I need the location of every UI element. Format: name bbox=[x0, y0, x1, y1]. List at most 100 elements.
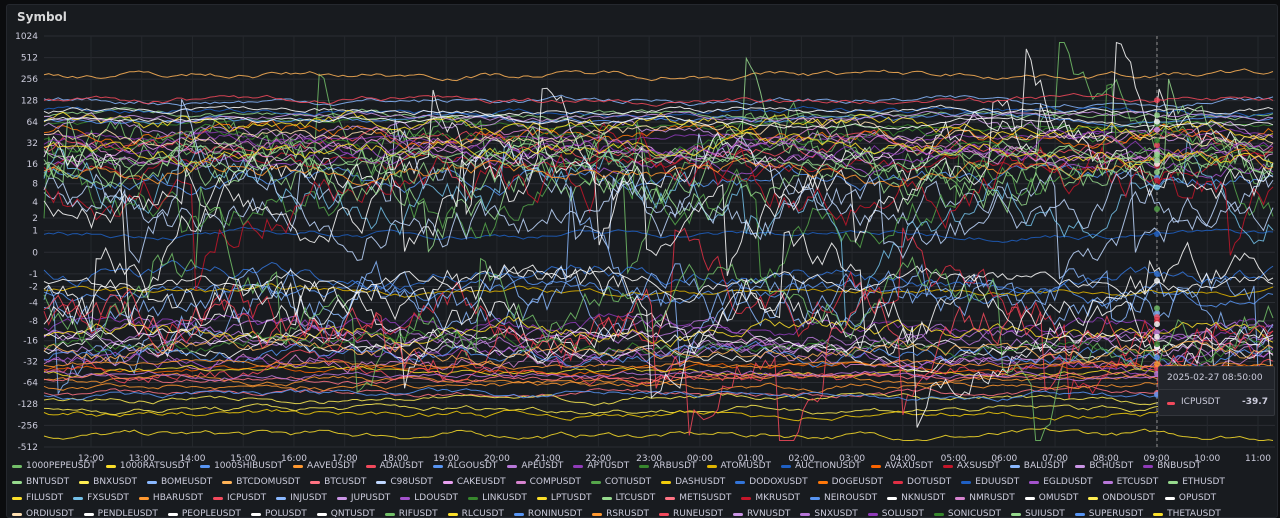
legend-label: AAVEUSDT bbox=[307, 461, 356, 471]
legend-item-avaxusdt[interactable]: AVAXUSDT bbox=[870, 460, 933, 472]
legend-item-polusdt[interactable]: POLUSDT bbox=[250, 508, 307, 518]
legend-item-bchusdt[interactable]: BCHUSDT bbox=[1075, 460, 1133, 472]
legend-swatch bbox=[316, 512, 327, 516]
legend-item-qntusdt[interactable]: QNTUSDT bbox=[316, 508, 375, 518]
legend-item-bnxusdt[interactable]: BNXUSDT bbox=[79, 476, 137, 488]
legend-swatch bbox=[933, 512, 944, 516]
legend-item-linkusdt[interactable]: LINKUSDT bbox=[468, 492, 527, 504]
legend-item-aaveusdt[interactable]: AAVEUSDT bbox=[293, 460, 356, 472]
legend-swatch bbox=[365, 464, 376, 468]
legend-item-snxusdt[interactable]: SNXUSDT bbox=[800, 508, 858, 518]
legend-swatch bbox=[665, 496, 676, 500]
legend-item-cakeusdt[interactable]: CAKEUSDT bbox=[442, 476, 506, 488]
legend-item-omusdt[interactable]: OMUSDT bbox=[1024, 492, 1078, 504]
legend-swatch bbox=[12, 496, 22, 500]
legend-label: ONDOUSDT bbox=[1102, 493, 1155, 503]
legend-swatch bbox=[536, 496, 547, 500]
legend-item-bntusdt[interactable]: BNTUSDT bbox=[12, 476, 69, 488]
legend-item-ldousdt[interactable]: LDOUSDT bbox=[400, 492, 458, 504]
legend-label: FILUSDT bbox=[26, 493, 64, 503]
legend-item-ordiusdt[interactable]: ORDIUSDT bbox=[12, 508, 74, 518]
legend-item-aptusdt[interactable]: APTUSDT bbox=[573, 460, 629, 472]
hover-point bbox=[1154, 137, 1160, 144]
legend-item-mkrusdt[interactable]: MKRUSDT bbox=[741, 492, 800, 504]
legend-label: RIFUSDT bbox=[398, 509, 438, 518]
legend-swatch bbox=[250, 512, 261, 516]
legend-item-bomeusdt[interactable]: BOMEUSDT bbox=[146, 476, 212, 488]
legend-swatch bbox=[1075, 464, 1086, 468]
legend-item-dashusdt[interactable]: DASHUSDT bbox=[661, 476, 725, 488]
legend-item-nmrusdt[interactable]: NMRUSDT bbox=[955, 492, 1015, 504]
legend-item-icpusdt[interactable]: ICPUSDT bbox=[213, 492, 266, 504]
legend-item-rsrusdt[interactable]: RSRUSDT bbox=[592, 508, 649, 518]
legend-item-ethusdt[interactable]: ETHUSDT bbox=[1168, 476, 1225, 488]
y-tick-label: 0 bbox=[32, 248, 38, 258]
legend-item-1000pepeusdt[interactable]: 1000PEPEUSDT bbox=[12, 460, 96, 472]
legend-item-injusdt[interactable]: INJUSDT bbox=[276, 492, 327, 504]
legend-swatch bbox=[893, 480, 904, 484]
legend-item-dotusdt[interactable]: DOTUSDT bbox=[893, 476, 951, 488]
legend-item-rlcusdt[interactable]: RLCUSDT bbox=[447, 508, 504, 518]
legend-item-opusdt[interactable]: OPUSDT bbox=[1164, 492, 1216, 504]
y-tick-label: -4 bbox=[29, 299, 38, 309]
legend-item-btcusdt[interactable]: BTCUSDT bbox=[310, 476, 366, 488]
legend-item-auctionusdt[interactable]: AUCTIONUSDT bbox=[781, 460, 861, 472]
legend-item-lptusdt[interactable]: LPTUSDT bbox=[536, 492, 592, 504]
legend-item-thetausdt[interactable]: THETAUSDT bbox=[1153, 508, 1221, 518]
legend-label: INJUSDT bbox=[290, 493, 327, 503]
legend-swatch bbox=[601, 496, 612, 500]
legend-item-egldusdt[interactable]: EGLDUSDT bbox=[1029, 476, 1093, 488]
hover-point bbox=[1154, 321, 1160, 328]
legend-item-runeusdt[interactable]: RUNEUSDT bbox=[659, 508, 723, 518]
legend-item-pendleusdt[interactable]: PENDLEUSDT bbox=[83, 508, 158, 518]
legend-item-adausdt[interactable]: ADAUSDT bbox=[365, 460, 424, 472]
legend-item-1000ratsusdt[interactable]: 1000RATSUSDT bbox=[105, 460, 190, 472]
legend-item-fxsusdt[interactable]: FXSUSDT bbox=[73, 492, 129, 504]
legend-item-peopleusdt[interactable]: PEOPLEUSDT bbox=[167, 508, 241, 518]
legend-item-btcdomusdt[interactable]: BTCDOMUSDT bbox=[222, 476, 300, 488]
legend-item-superusdt[interactable]: SUPERUSDT bbox=[1074, 508, 1143, 518]
legend-item-solusdt[interactable]: SOLUSDT bbox=[867, 508, 924, 518]
legend-label: DOGEUSDT bbox=[831, 477, 884, 487]
legend-item-metisusdt[interactable]: METISUSDT bbox=[665, 492, 731, 504]
legend-label: ADAUSDT bbox=[379, 461, 424, 471]
legend-item-algousdt[interactable]: ALGOUSDT bbox=[433, 460, 497, 472]
y-tick-label: -2 bbox=[29, 283, 38, 293]
legend-item-ltcusdt[interactable]: LTCUSDT bbox=[601, 492, 655, 504]
legend-item-roninusdt[interactable]: RONINUSDT bbox=[513, 508, 582, 518]
legend-item-filusdt[interactable]: FILUSDT bbox=[12, 492, 63, 504]
chart-plot[interactable]: 1024 512 256 128 64 32 16 8 4 2 1 0 -1 -2 -4 -8 -16 -32 -6… bbox=[0, 0, 1280, 518]
legend-item-ondousdt[interactable]: ONDOUSDT bbox=[1088, 492, 1155, 504]
legend-item-atomusdt[interactable]: ATOMUSDT bbox=[706, 460, 771, 472]
hover-point bbox=[1154, 112, 1160, 119]
legend-item-1000shibusdt[interactable]: 1000SHIBUSDT bbox=[200, 460, 283, 472]
legend-item-neirousdt[interactable]: NEIROUSDT bbox=[810, 492, 877, 504]
legend-label: SNXUSDT bbox=[814, 509, 858, 518]
legend-item-c98usdt[interactable]: C98USDT bbox=[376, 476, 433, 488]
legend-item-jupusdt[interactable]: JUPUSDT bbox=[336, 492, 390, 504]
legend-item-rifusdt[interactable]: RIFUSDT bbox=[384, 508, 438, 518]
legend-item-balusdt[interactable]: BALUSDT bbox=[1009, 460, 1065, 472]
legend-item-hbarusdt[interactable]: HBARUSDT bbox=[138, 492, 203, 504]
y-tick-label: -32 bbox=[23, 357, 38, 367]
legend-item-dodoxusdt[interactable]: DODOXUSDT bbox=[735, 476, 808, 488]
legend-item-sonicusdt[interactable]: SONICUSDT bbox=[933, 508, 1001, 518]
legend-item-axsusdt[interactable]: AXSUSDT bbox=[943, 460, 1000, 472]
legend-swatch bbox=[1088, 496, 1099, 500]
legend-item-etcusdt[interactable]: ETCUSDT bbox=[1102, 476, 1158, 488]
legend-item-dogeusdt[interactable]: DOGEUSDT bbox=[817, 476, 884, 488]
legend-item-compusdt[interactable]: COMPUSDT bbox=[515, 476, 581, 488]
legend-swatch bbox=[73, 496, 84, 500]
legend-item-arbusdt[interactable]: ARBUSDT bbox=[639, 460, 697, 472]
legend-item-eduusdt[interactable]: EDUUSDT bbox=[961, 476, 1019, 488]
chart-legend: 1000PEPEUSDT 1000RATSUSDT 1000SHIBUSDT AAVE… bbox=[12, 460, 1267, 518]
legend-swatch bbox=[735, 480, 746, 484]
legend-item-rvnusdt[interactable]: RVNUSDT bbox=[733, 508, 790, 518]
legend-label: THETAUSDT bbox=[1167, 509, 1221, 518]
legend-item-cotiusdt[interactable]: COTIUSDT bbox=[590, 476, 651, 488]
legend-item-apeusdt[interactable]: APEUSDT bbox=[507, 460, 563, 472]
legend-label: AXSUSDT bbox=[957, 461, 1000, 471]
legend-item-suiusdt[interactable]: SUIUSDT bbox=[1011, 508, 1065, 518]
legend-item-nknusdt[interactable]: NKNUSDT bbox=[887, 492, 945, 504]
legend-item-bnbusdt[interactable]: BNBUSDT bbox=[1143, 460, 1201, 472]
